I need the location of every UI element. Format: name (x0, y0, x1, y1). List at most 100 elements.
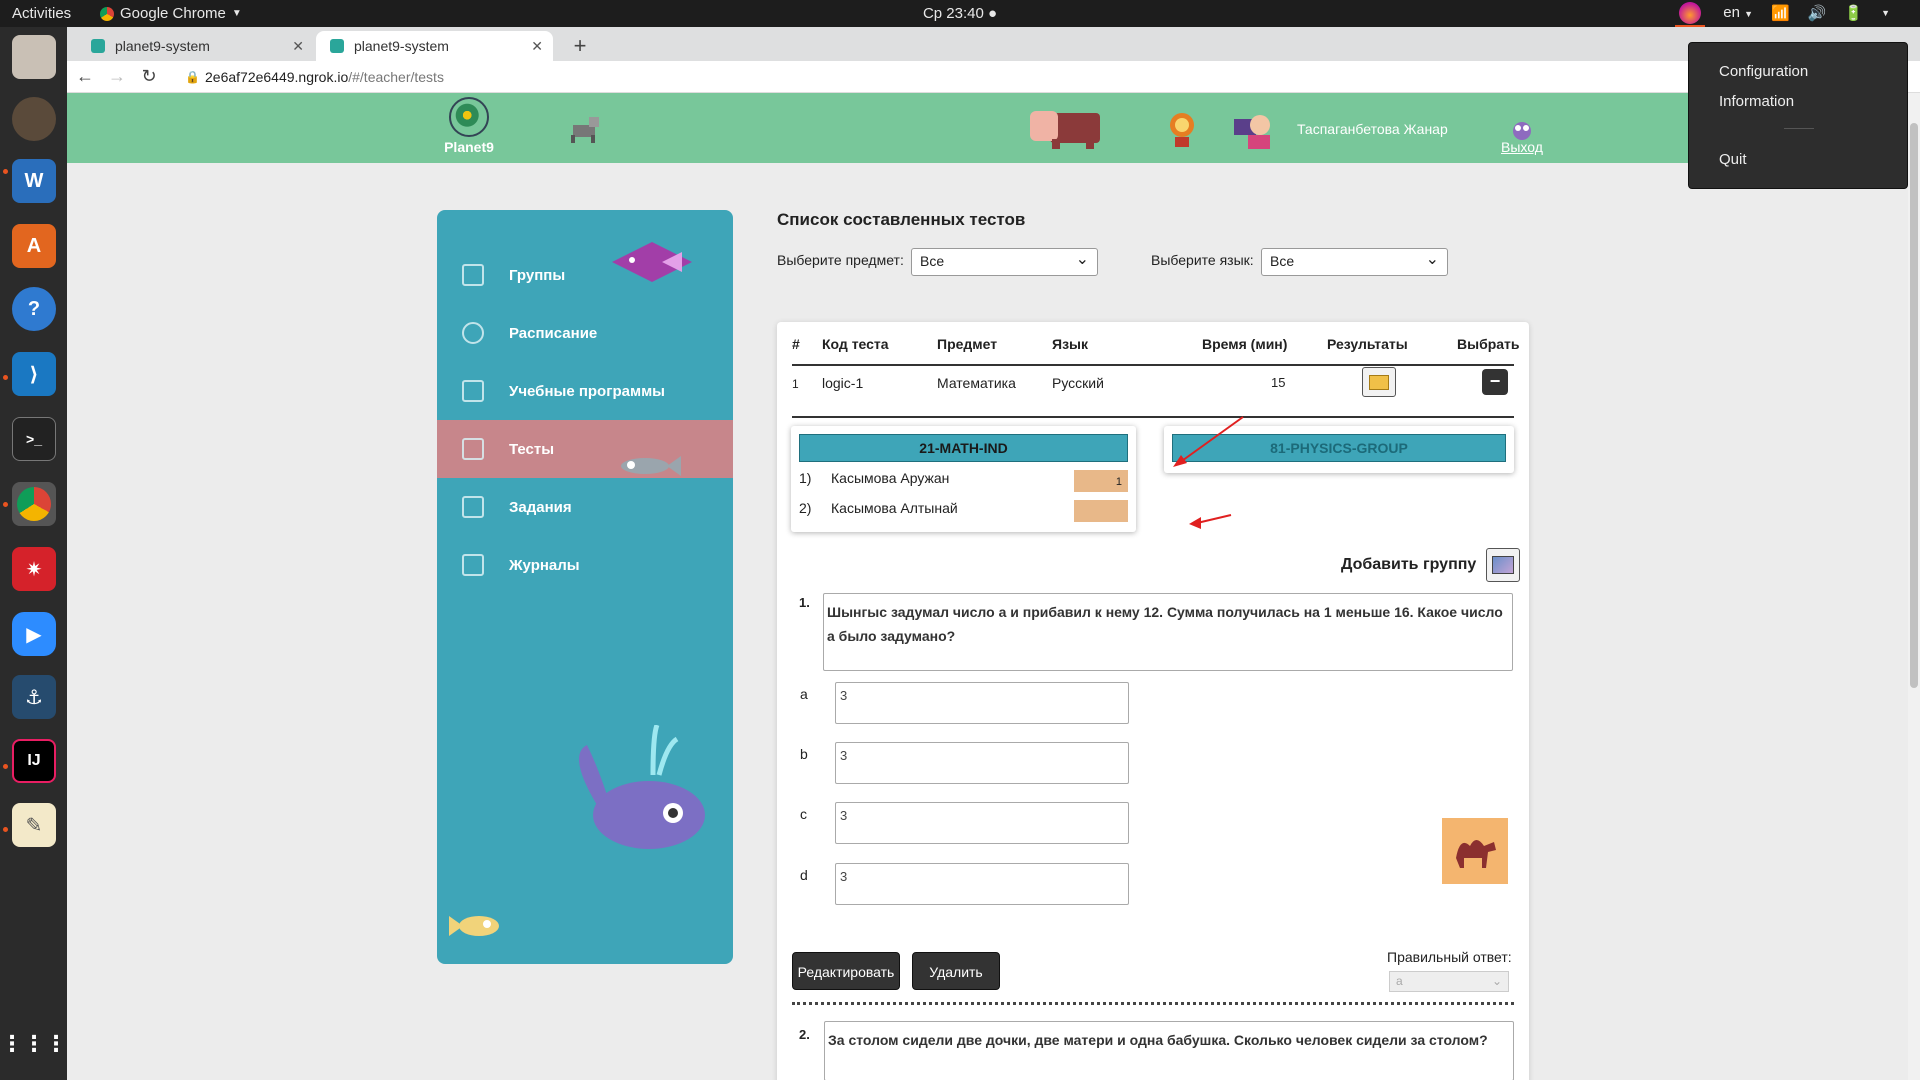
show-apps-icon[interactable]: ⋮⋮⋮ (1, 1022, 67, 1066)
option-field[interactable]: 3 (835, 742, 1129, 784)
battery-icon[interactable]: 🔋 (1844, 0, 1863, 27)
software-center-icon[interactable]: A (12, 224, 56, 268)
language-filter-label: Выберите язык: (1151, 252, 1254, 268)
wifi-icon[interactable]: 📶 (1771, 0, 1790, 27)
picture-icon (1492, 556, 1515, 574)
edit-button[interactable]: Редактировать (792, 952, 900, 990)
hippo-icon (1030, 111, 1100, 149)
question-text[interactable]: Шынгыс задумал число а и прибавил к нему… (823, 593, 1513, 671)
student-score[interactable] (1074, 500, 1128, 522)
reload-button[interactable]: ↻ (135, 66, 163, 87)
sidebar-item-tests[interactable]: Тесты (437, 420, 733, 478)
delete-button[interactable]: Удалить (912, 952, 1000, 990)
favicon-icon (91, 39, 105, 53)
app-name: Google Chrome (120, 5, 226, 22)
column-header-results: Результаты (1327, 336, 1408, 352)
planet9-logo[interactable]: Planet9 (439, 97, 499, 155)
add-group[interactable]: Добавить группу (1341, 548, 1521, 582)
add-group-button[interactable] (1486, 548, 1521, 582)
results-button[interactable] (1362, 367, 1396, 397)
menu-item-information[interactable]: Information (1719, 93, 1794, 110)
mysql-workbench-icon[interactable]: ⚓ (12, 675, 56, 719)
teacher-avatar-icon (1234, 115, 1270, 149)
writer-icon[interactable]: W (12, 159, 56, 203)
groups-icon (462, 264, 484, 286)
back-button[interactable]: ← (71, 66, 99, 87)
speaker-icon[interactable] (12, 97, 56, 141)
intellij-icon[interactable]: IJ (12, 739, 56, 783)
scrollbar-thumb[interactable] (1910, 123, 1918, 688)
clock[interactable]: Ср 23:40 ● (923, 0, 997, 27)
option-field[interactable]: 3 (835, 863, 1129, 905)
help-icon[interactable]: ? (12, 287, 56, 331)
annotation-arrow-icon (1189, 514, 1232, 529)
zoom-icon[interactable]: ▶ (12, 612, 56, 656)
question-text[interactable]: За столом сидели две дочки, две матери и… (824, 1021, 1514, 1080)
menu-item-configuration[interactable]: Configuration (1719, 63, 1808, 80)
activities-button[interactable]: Activities (12, 0, 71, 27)
running-indicator (3, 169, 8, 174)
vscode-icon[interactable]: ⟩ (12, 352, 56, 396)
forward-button[interactable]: → (103, 66, 131, 87)
running-indicator (3, 827, 8, 832)
option-field[interactable]: 3 (835, 802, 1129, 844)
running-indicator (3, 502, 8, 507)
row-language: Русский (1052, 375, 1104, 391)
logout-link[interactable]: Выход (1501, 119, 1543, 155)
sidebar-item-programs[interactable]: Учебные программы (437, 362, 733, 420)
volume-icon[interactable]: 🔊 (1808, 0, 1827, 27)
planet-icon (449, 97, 489, 137)
menu-item-quit[interactable]: Quit (1719, 151, 1747, 168)
tab-planet9-2[interactable]: planet9-system ✕ (316, 31, 553, 61)
keyboard-layout[interactable]: en ▼ (1723, 0, 1753, 28)
sidebar-item-assignments[interactable]: Задания (437, 478, 733, 536)
column-header-subject: Предмет (937, 336, 998, 352)
page-title: Список составленных тестов (777, 210, 1026, 229)
row-time: 15 (1271, 375, 1286, 390)
correct-answer-select[interactable]: a ⌄ (1389, 971, 1509, 992)
close-icon[interactable]: ✕ (531, 31, 543, 61)
chrome-icon[interactable] (12, 482, 56, 526)
chevron-down-icon[interactable]: ▼ (1881, 0, 1890, 27)
clock-text: Ср 23:40 (922, 5, 984, 22)
sidebar-item-groups[interactable]: Группы (437, 246, 733, 304)
whale-decoration-icon (579, 725, 705, 849)
close-icon[interactable]: ✕ (292, 31, 304, 61)
dock: W A ? ⟩ >_ ✷ ▶ ⚓ IJ ✎ ⋮⋮⋮ (0, 27, 67, 1080)
row-num: 1 (792, 377, 799, 391)
group-header[interactable]: 21-MATH-IND (799, 434, 1128, 462)
page-scrollbar[interactable] (1908, 93, 1920, 1080)
text-editor-icon[interactable]: ✎ (12, 803, 56, 847)
address-bar[interactable]: 🔒 2e6af72e6449.ngrok.io/#/teacher/tests (177, 64, 1777, 90)
option-label: d (800, 867, 808, 883)
subject-select-value: Все (920, 253, 945, 269)
file-cabinet-icon[interactable] (12, 35, 56, 79)
sidebar-item-label: Задания (509, 498, 572, 516)
page-content: Planet9 Таспаганбетова Жанар Выход Групп… (67, 93, 1908, 1080)
tab-planet9-1[interactable]: planet9-system ✕ (77, 31, 314, 61)
logo-text: Planet9 (444, 139, 494, 155)
subject-select[interactable]: Все (911, 248, 1098, 276)
sidebar: Группы Расписание Учебные программы Тест… (437, 210, 733, 964)
new-tab-button[interactable]: + (565, 31, 595, 61)
annotation-arrow-icon (1173, 416, 1244, 467)
group-panel-math: 21-MATH-IND 1) Касымова Аружан 1 2) Касымо… (791, 426, 1136, 532)
table-row-divider (792, 416, 1514, 418)
language-select[interactable]: Все (1261, 248, 1448, 276)
sidebar-item-label: Учебные программы (509, 382, 665, 400)
app-menu[interactable]: Google Chrome ▼ (100, 0, 242, 27)
sidebar-item-schedule[interactable]: Расписание (437, 304, 733, 362)
question-number: 2. (799, 1027, 810, 1042)
flame-icon (1679, 1, 1702, 24)
terminal-icon[interactable]: >_ (12, 417, 56, 461)
sidebar-item-journals[interactable]: Журналы (437, 536, 733, 594)
option-field[interactable]: 3 (835, 682, 1129, 724)
language-select-value: Все (1270, 253, 1295, 269)
tray-app-icon[interactable] (1675, 0, 1706, 27)
sidebar-item-label: Расписание (509, 324, 598, 342)
question-number: 1. (799, 595, 810, 610)
select-toggle-button[interactable]: − (1482, 369, 1508, 395)
wolfram-icon[interactable]: ✷ (12, 547, 56, 591)
student-score[interactable]: 1 (1074, 470, 1128, 492)
user-name[interactable]: Таспаганбетова Жанар (1297, 121, 1448, 137)
